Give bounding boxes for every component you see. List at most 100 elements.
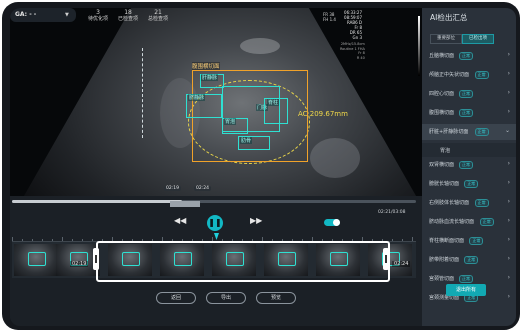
- play-pause-button[interactable]: ❚❚: [207, 215, 223, 231]
- status-badge: 正常: [474, 71, 489, 79]
- sidebar-item[interactable]: 丘脑横切面 正常 ›: [422, 48, 516, 64]
- stats-group: 3 待优化项 18 已检查项 21 总检查项: [88, 9, 169, 23]
- ruler-tick: [32, 239, 33, 241]
- chevron-right-icon[interactable]: ›: [508, 198, 510, 205]
- status-badge: 正常: [474, 128, 489, 136]
- sidebar-item[interactable]: 腹围横切面 正常 ›: [422, 105, 516, 121]
- sidebar-item-label: 肝脏+肝静脉切面: [429, 129, 469, 135]
- sidebar-item[interactable]: 膀胱长轴切面 正常 ›: [422, 176, 516, 192]
- chevron-right-icon[interactable]: ›: [508, 51, 510, 58]
- sidebar-item[interactable]: 脊柱横断面切面 正常 ›: [422, 233, 516, 249]
- toggle-knob: [333, 219, 340, 226]
- chevron-right-icon[interactable]: ›: [508, 108, 510, 115]
- panel-tabs: 重要部位 已检出项: [430, 34, 494, 44]
- chevron-right-icon[interactable]: ›: [508, 255, 510, 262]
- ruler-tick: [392, 239, 393, 241]
- stat-total: 21 总检查项: [148, 9, 169, 23]
- sidebar-item-label: 双肾横切面: [429, 162, 455, 168]
- scan-params-right: 06:33:27 08:59:07 RAB6 D Fr 8 DR 65 Gn 3: [344, 10, 362, 40]
- pause-icon: ❚❚: [208, 218, 222, 227]
- tab-key-parts[interactable]: 重要部位: [430, 34, 462, 44]
- ruler-tick: [52, 239, 53, 241]
- status-badge: 正常: [464, 180, 479, 188]
- clip-left-handle[interactable]: [93, 248, 99, 270]
- progress-bar[interactable]: [12, 200, 416, 203]
- sidebar-item-label: 脐动脉血流长轴切面: [429, 219, 475, 225]
- ultrasound-viewport[interactable]: GA: - - ▼ 3 待优化项 18 已检查项 21 总检查项 FR 38 FH 1…: [10, 8, 422, 196]
- sidebar-item[interactable]: 右侧肢体长轴切面 正常 ›: [422, 195, 516, 211]
- chevron-right-icon[interactable]: ›: [508, 274, 510, 281]
- tissue-echo: [240, 38, 280, 54]
- ac-measurement: AC 209.67mm: [298, 110, 348, 118]
- sidebar-item-label: 颅脑正中矢状切面: [429, 72, 470, 78]
- status-badge: 正常: [474, 199, 489, 207]
- structure-label: 脊柱: [267, 99, 280, 106]
- sidebar-item[interactable]: 双肾横切面 正常 ›: [422, 157, 516, 173]
- chevron-right-icon[interactable]: ›: [508, 160, 510, 167]
- app-screen: GA: - - ▼ 3 待优化项 18 已检查项 21 总检查项 FR 38 FH 1…: [10, 8, 516, 326]
- ruler-tick: [62, 237, 63, 241]
- depth-scale: [142, 48, 147, 138]
- sidebar-item[interactable]: 四腔心切面 正常 ›: [422, 86, 516, 102]
- sidebar-item-label: 胃泡: [440, 148, 451, 154]
- status-badge: 正常: [459, 90, 473, 98]
- structure-label: 胃泡: [224, 118, 237, 125]
- scan-params-detail: 2MHz/15.8cm Routine 1 FHA Fr 8 R 40: [340, 42, 365, 60]
- plane-label: 腹围横切面: [192, 62, 220, 70]
- status-badge: 正常: [459, 109, 473, 117]
- chevron-down-icon[interactable]: ⌄: [505, 127, 510, 134]
- ga-label: GA: - -: [15, 11, 37, 18]
- status-badge: 正常: [469, 237, 484, 245]
- playback-time: 02:21/03:08: [378, 210, 406, 215]
- clip-selection[interactable]: [96, 241, 390, 282]
- sidebar-item[interactable]: 颅脑正中矢状切面 正常 ›: [422, 67, 516, 83]
- ruler-tick: [22, 239, 23, 241]
- structure-label: 肝静脉: [201, 74, 219, 81]
- sidebar-item[interactable]: 脐动脉血流长轴切面 正常 ›: [422, 214, 516, 230]
- ruler-tick: [412, 237, 413, 241]
- sidebar-item-label: 膀胱长轴切面: [429, 181, 460, 187]
- chevron-right-icon[interactable]: ›: [508, 179, 510, 186]
- ai-summary-panel: AI检出汇总 重要部位 已检出项 丘脑横切面 正常 › 颅脑正中矢状切面 正常 › 四腔心切…: [422, 8, 516, 326]
- scan-params-left: FR 38 FH 1.4: [323, 12, 336, 22]
- ruler-tick: [402, 239, 403, 241]
- chevron-right-icon[interactable]: ›: [508, 293, 510, 300]
- status-badge: 正常: [464, 256, 479, 264]
- ruler-tick: [72, 239, 73, 241]
- tab-detected[interactable]: 已检出项: [462, 34, 494, 44]
- sidebar-item[interactable]: 脐带附着切面 正常 ›: [422, 252, 516, 268]
- structure-label: 脐静脉: [188, 94, 206, 101]
- tissue-echo: [310, 138, 360, 178]
- sidebar-subitem[interactable]: 胃泡: [422, 143, 516, 157]
- fast-forward-button[interactable]: ▶▶: [250, 216, 262, 225]
- chevron-right-icon[interactable]: ›: [508, 70, 510, 77]
- sidebar-item-label: 腹围横切面: [429, 110, 455, 116]
- export-button[interactable]: 导出: [206, 292, 246, 304]
- clip-segment[interactable]: [170, 201, 200, 207]
- rewind-button[interactable]: ◀◀: [174, 216, 186, 225]
- stat-pending: 3 待优化项: [88, 9, 109, 23]
- ruler-tick: [42, 239, 43, 241]
- loop-toggle[interactable]: [324, 219, 340, 226]
- clip-start-label: 02:19: [70, 261, 89, 267]
- sidebar-item-label: 脐带附着切面: [429, 257, 460, 263]
- sidebar-item-label: 脊柱横断面切面: [429, 238, 465, 244]
- status-badge: 正常: [459, 161, 473, 169]
- ga-selector[interactable]: GA: - - ▼: [10, 8, 76, 22]
- sidebar-item-label: 右侧肢体长轴切面: [429, 200, 470, 206]
- frame-thumbnail[interactable]: [14, 244, 58, 276]
- chevron-right-icon[interactable]: ›: [508, 217, 510, 224]
- chevron-down-icon: ▼: [65, 12, 69, 18]
- clip-right-handle[interactable]: [383, 248, 389, 270]
- panel-title: AI检出汇总: [430, 13, 468, 22]
- preview-button[interactable]: 预览: [256, 292, 296, 304]
- sidebar-item[interactable]: 肝脏+肝静脉切面 正常 ⌄: [422, 124, 516, 140]
- clip-start-time: 02:19: [164, 186, 181, 191]
- progress-fill: [12, 200, 182, 203]
- sidebar-item-label: 宫颈管切面: [429, 276, 455, 282]
- back-button[interactable]: 返回: [156, 292, 196, 304]
- exit-all-button[interactable]: 退出所有: [446, 284, 486, 296]
- chevron-right-icon[interactable]: ›: [508, 89, 510, 96]
- status-badge: 正常: [459, 52, 473, 60]
- chevron-right-icon[interactable]: ›: [508, 236, 510, 243]
